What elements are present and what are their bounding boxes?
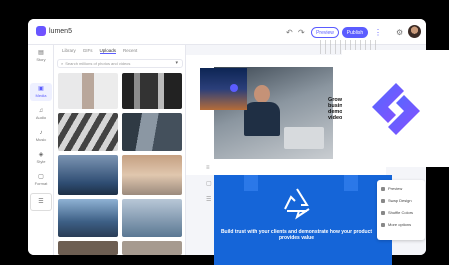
palette-icon <box>381 210 385 215</box>
rail-item-more[interactable]: ☰ <box>30 193 52 211</box>
menu-icon: ☰ <box>38 198 44 205</box>
rail-item-format[interactable]: ▢ Format <box>30 171 52 189</box>
rail-item-media[interactable]: ▣ Media <box>30 83 52 101</box>
media-thumbnail-crowd[interactable] <box>122 73 182 109</box>
marker-dot <box>230 84 238 92</box>
media-thumbnail-woman[interactable] <box>58 73 118 109</box>
person-body <box>244 102 280 136</box>
image-tool-icon[interactable]: ▢ <box>206 180 212 187</box>
app-name: lumen5 <box>49 27 72 35</box>
media-thumbnail-people-aerial[interactable] <box>58 113 118 151</box>
card-caption: Build trust with your clients and demons… <box>220 229 373 241</box>
media-thumbnail-hiker[interactable] <box>122 199 182 237</box>
media-thumbnail-skyline[interactable] <box>58 199 118 237</box>
card-stripe <box>244 175 258 191</box>
logo-mark-icon <box>36 26 46 36</box>
story-icon: ▤ <box>38 50 44 56</box>
menu-item-label: Preview <box>388 186 403 191</box>
music-icon: ♪ <box>39 130 43 136</box>
menu-item-label: Swap Design <box>388 198 412 203</box>
filter-icon[interactable]: ▾ <box>175 60 178 66</box>
person-head <box>254 85 270 103</box>
slide-blue-card[interactable]: Build trust with your clients and demons… <box>214 175 392 265</box>
media-tabs: Library GIFs Uploads Recent <box>62 48 137 54</box>
tab-library[interactable]: Library <box>62 48 76 54</box>
rail-item-style[interactable]: ◈ Style <box>30 149 52 167</box>
media-thumbnail-sea[interactable] <box>58 155 118 195</box>
tab-uploads[interactable]: Uploads <box>99 48 117 54</box>
app-logo[interactable]: lumen5 <box>36 26 72 36</box>
rail-label: Style <box>36 159 46 164</box>
text-tool-icon[interactable]: ≡ <box>206 165 212 171</box>
swap-icon <box>381 198 385 203</box>
menu-item-preview[interactable]: Preview <box>381 186 402 191</box>
tab-gifs[interactable]: GIFs <box>83 48 93 54</box>
publish-button[interactable]: Publish <box>342 27 368 38</box>
menu-item-label: More options <box>388 222 412 227</box>
play-icon <box>381 186 385 191</box>
search-field[interactable]: ⌕ Search millions of photos and videos ▾ <box>57 59 183 68</box>
recycle-icon <box>284 188 310 220</box>
slide-photo-city[interactable] <box>200 68 247 110</box>
preview-button[interactable]: Preview <box>311 27 339 38</box>
media-thumbnail-office[interactable] <box>58 241 118 255</box>
rail-label: Music <box>35 137 47 142</box>
settings-icon[interactable]: ⚙ <box>396 28 403 37</box>
menu-item-shuffle-colors[interactable]: Shuffle Colors <box>381 210 413 215</box>
person-figure <box>244 85 280 136</box>
context-menu: Preview Swap Design Shuffle Colors More … <box>377 180 425 240</box>
rail-label: Story <box>36 57 46 62</box>
rail-item-story[interactable]: ▤ Story <box>30 47 52 65</box>
left-rail: ▤ Story ▣ Media ♫ Audio ♪ Music ◈ Style … <box>28 45 54 255</box>
brand-logo-card <box>342 50 449 167</box>
laptop-shape <box>284 127 324 149</box>
brand-logo-icon <box>371 82 420 135</box>
format-icon: ▢ <box>38 174 44 180</box>
search-icon: ⌕ <box>61 61 64 66</box>
menu-item-swap-design[interactable]: Swap Design <box>381 198 412 203</box>
more-icon <box>381 222 385 227</box>
list-tool-icon[interactable]: ☰ <box>206 196 212 203</box>
rail-label: Media <box>35 93 47 98</box>
rail-label: Audio <box>35 115 47 120</box>
style-icon: ◈ <box>38 152 44 158</box>
tab-recent[interactable]: Recent <box>123 48 137 54</box>
undo-icon[interactable]: ↶ <box>286 28 293 37</box>
rail-item-audio[interactable]: ♫ Audio <box>30 105 52 123</box>
rail-item-music[interactable]: ♪ Music <box>30 127 52 145</box>
card-stripe <box>344 175 358 191</box>
rail-label: Format <box>34 181 48 186</box>
media-icon: ▣ <box>38 86 44 92</box>
audio-icon: ♫ <box>38 108 44 114</box>
slide-tools: ≡ ▢ ☰ <box>206 165 212 203</box>
menu-item-more-options[interactable]: More options <box>381 222 411 227</box>
user-avatar[interactable] <box>408 25 421 38</box>
more-menu-icon[interactable]: ⋮ <box>374 28 382 37</box>
menu-item-label: Shuffle Colors <box>388 210 414 215</box>
media-thumbnail-portrait[interactable] <box>122 155 182 195</box>
media-panel: Library GIFs Uploads Recent ⌕ Search mil… <box>54 45 186 255</box>
media-thumbnail-meeting[interactable] <box>122 241 182 255</box>
media-thumbnail-buildings[interactable] <box>122 113 182 151</box>
search-input[interactable]: Search millions of photos and videos <box>65 61 130 66</box>
redo-icon[interactable]: ↷ <box>298 28 305 37</box>
